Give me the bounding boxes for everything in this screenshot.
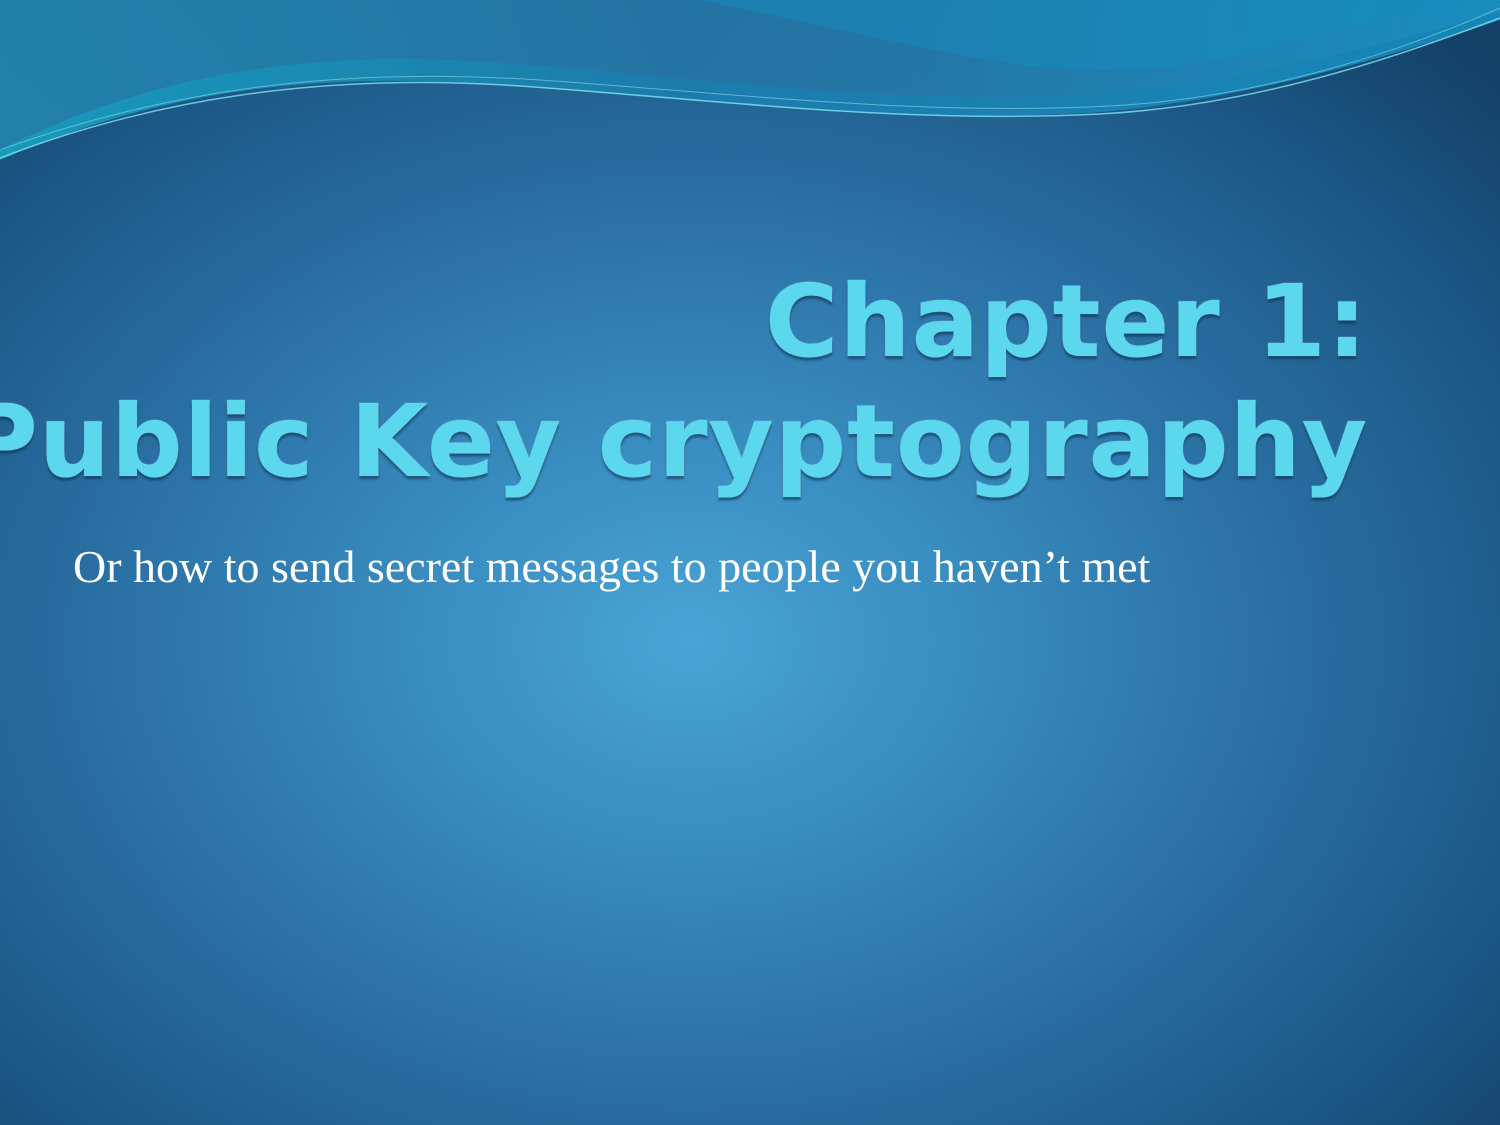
title-slide: Chapter 1: Public Key cryptography Or ho… — [0, 0, 1500, 1125]
title-line-chapter: Chapter 1: — [765, 263, 1368, 380]
slide-subtitle: Or how to send secret messages to people… — [73, 541, 1151, 592]
slide-title: Chapter 1: Public Key cryptography — [0, 262, 1368, 502]
title-line-topic: Public Key cryptography — [0, 383, 1368, 500]
decorative-wave-banner — [0, 0, 1500, 160]
